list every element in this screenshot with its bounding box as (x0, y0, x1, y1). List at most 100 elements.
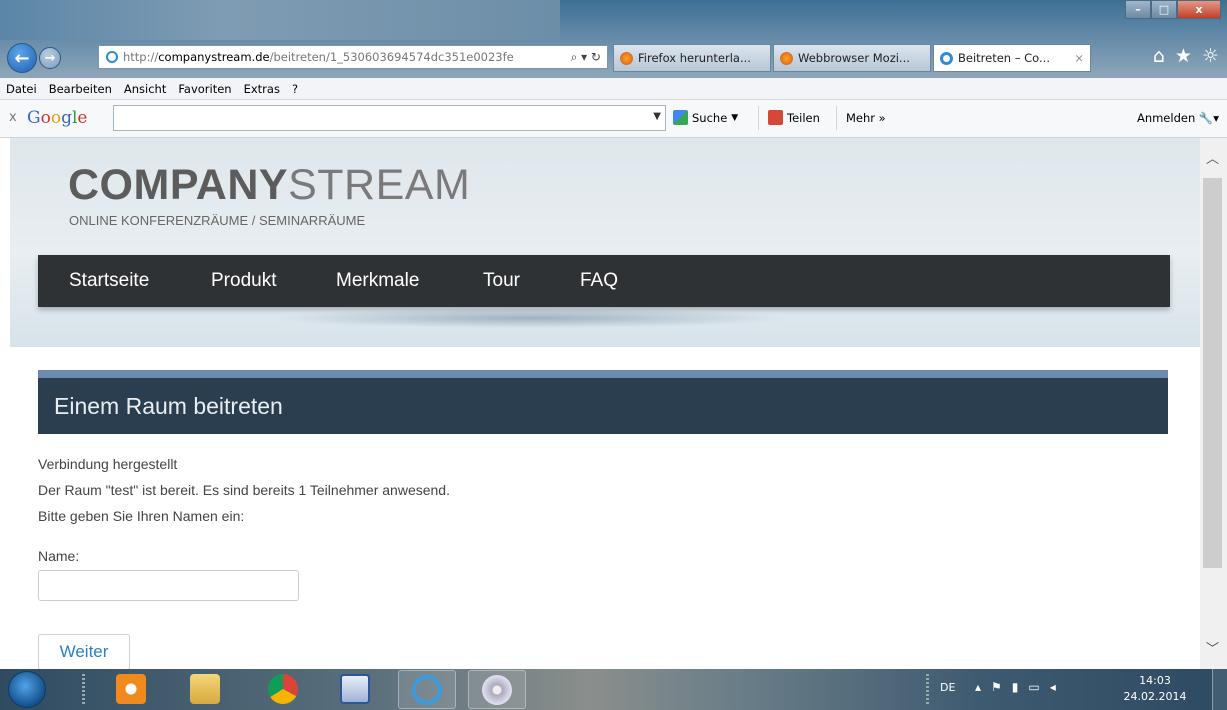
cd-burner-taskbar-button[interactable] (468, 670, 526, 709)
tab-close-icon[interactable]: × (1068, 51, 1084, 65)
show-desktop-button[interactable] (1212, 669, 1227, 710)
page-title: Einem Raum beitreten (54, 393, 283, 419)
scroll-down-icon[interactable]: ﹀ (1206, 638, 1219, 657)
menu-datei[interactable]: Datei (6, 82, 37, 96)
settings-gear-icon[interactable]: ☼ (1202, 45, 1219, 67)
connection-status: Verbindung hergestellt (38, 456, 178, 472)
taskbar-clock[interactable]: 14:03 24.02.2014 (1120, 673, 1190, 705)
site-header: COMPANYSTREAM ONLINE KONFERENZRÄUME / SE… (10, 138, 1200, 347)
disc-icon (482, 675, 512, 705)
google-toolbar: x Google ▼ Suche ▼ Teilen Mehr » Anmelde… (0, 100, 1227, 138)
nav-tour[interactable]: Tour (483, 270, 520, 292)
tab-label: Webbrowser Mozi... (798, 51, 910, 65)
menu-ansicht[interactable]: Ansicht (124, 82, 166, 96)
start-button[interactable] (8, 671, 46, 708)
nav-merkmale[interactable]: Merkmale (336, 270, 419, 292)
main-navigation: Startseite Produkt Merkmale Tour FAQ (38, 255, 1170, 307)
name-label: Name: (38, 548, 80, 564)
firefox-icon (780, 51, 793, 65)
internet-explorer-taskbar-button[interactable] (398, 670, 456, 709)
system-tray-icons[interactable]: ▴⚑▮▭◂ (975, 680, 1066, 694)
toolbar-close-icon[interactable]: x (9, 110, 17, 125)
back-button[interactable]: ← (7, 43, 37, 73)
google-plus-icon (768, 110, 783, 125)
clock-date: 24.02.2014 (1123, 690, 1187, 703)
tab-label: Beitreten – Co... (958, 51, 1050, 65)
signin-button[interactable]: Anmelden 🔧▾ (1137, 111, 1219, 125)
window-controls: – □ x (1125, 0, 1221, 20)
forward-button[interactable]: → (39, 47, 61, 69)
google-search-icon (673, 110, 688, 125)
more-button[interactable]: Mehr » (846, 111, 886, 125)
wrench-icon[interactable]: 🔧▾ (1199, 111, 1219, 125)
join-room-header: Einem Raum beitreten (38, 370, 1168, 434)
address-search-refresh-icon[interactable]: ⌕ ▾ ↻ (571, 50, 601, 65)
page-scrollbar[interactable]: ︿ ﹀ (1200, 138, 1227, 669)
address-url[interactable]: http://companystream.de/beitreten/1_5306… (123, 50, 571, 64)
name-input[interactable] (38, 570, 299, 601)
logo-bold: COMPANY (68, 161, 289, 209)
site-tagline: ONLINE KONFERENZRÄUME / SEMINARRÄUME (69, 213, 366, 228)
maximize-button[interactable]: □ (1151, 0, 1177, 19)
file-explorer-icon[interactable] (190, 674, 220, 704)
tray-grip (926, 674, 929, 705)
tab-webbrowser-mozilla[interactable]: Webbrowser Mozi... (773, 44, 931, 72)
home-icon[interactable]: ⌂ (1153, 45, 1165, 67)
google-search-input[interactable]: ▼ (113, 105, 666, 131)
menu-favoriten[interactable]: Favoriten (178, 82, 231, 96)
toolbar-divider (836, 106, 837, 130)
chevron-down-icon: ▼ (731, 112, 739, 123)
toolbar-divider (758, 106, 759, 130)
close-window-button[interactable]: x (1177, 0, 1221, 19)
menu-bearbeiten[interactable]: Bearbeiten (49, 82, 112, 96)
favorites-star-icon[interactable]: ★ (1175, 45, 1192, 67)
url-path: /beitreten/1_530603694574dc351e0023fe (269, 50, 514, 64)
header-glow (270, 308, 790, 328)
browser-titlebar: – □ x ← → http://companystream.de/beitre… (0, 0, 1227, 78)
search-button-label: Suche (692, 110, 728, 125)
google-logo: Google (27, 108, 88, 128)
nav-startseite[interactable]: Startseite (69, 270, 149, 292)
weiter-button[interactable]: Weiter (38, 634, 130, 669)
firefox-icon (620, 51, 633, 65)
nav-faq[interactable]: FAQ (580, 270, 618, 292)
tab-label: Firefox herunterla... (638, 51, 751, 65)
google-search-button[interactable]: Suche ▼ (673, 110, 738, 125)
menu-help[interactable]: ? (292, 82, 298, 96)
site-favicon-icon (106, 51, 118, 63)
titlebar-decoration (0, 0, 560, 40)
windows-taskbar: DE ▴⚑▮▭◂ 14:03 24.02.2014 (0, 669, 1227, 710)
name-prompt: Bitte geben Sie Ihren Namen ein: (38, 508, 245, 524)
browser-right-icons: ⌂ ★ ☼ (1153, 45, 1219, 67)
url-prefix: http:// (123, 50, 159, 64)
web-page: COMPANYSTREAM ONLINE KONFERENZRÄUME / SE… (0, 138, 1227, 669)
menu-bar: Datei Bearbeiten Ansicht Favoriten Extra… (0, 78, 1227, 100)
chrome-icon[interactable] (268, 674, 298, 704)
share-button[interactable]: Teilen (768, 110, 820, 125)
room-status: Der Raum "test" ist bereit. Es sind bere… (38, 482, 450, 498)
language-indicator[interactable]: DE (940, 681, 955, 694)
internet-explorer-icon (412, 675, 442, 705)
taskbar-grip (82, 674, 85, 705)
media-player-icon[interactable] (116, 674, 146, 704)
scroll-up-icon[interactable]: ︿ (1206, 148, 1219, 167)
tab-firefox-download[interactable]: Firefox herunterla... (613, 44, 771, 72)
search-dropdown-icon[interactable]: ▼ (653, 111, 661, 122)
navigation-buttons: ← → (5, 43, 93, 73)
minimize-button[interactable]: – (1125, 0, 1151, 19)
companystream-favicon-icon (940, 51, 953, 65)
logo-light: STREAM (288, 161, 471, 209)
address-bar[interactable]: http://companystream.de/beitreten/1_5306… (98, 45, 608, 69)
clock-time: 14:03 (1139, 674, 1171, 687)
site-logo[interactable]: COMPANYSTREAM (68, 162, 470, 208)
nav-produkt[interactable]: Produkt (211, 270, 276, 292)
scrollbar-thumb[interactable] (1203, 178, 1222, 568)
share-button-label: Teilen (787, 110, 820, 125)
word-icon[interactable] (340, 674, 370, 704)
signin-label: Anmelden (1136, 111, 1196, 125)
arrow-right-icon: → (44, 50, 56, 66)
url-domain: companystream.de (158, 50, 270, 64)
menu-extras[interactable]: Extras (244, 82, 280, 96)
arrow-left-icon: ← (14, 47, 30, 69)
tab-beitreten[interactable]: Beitreten – Co... × (933, 44, 1091, 72)
